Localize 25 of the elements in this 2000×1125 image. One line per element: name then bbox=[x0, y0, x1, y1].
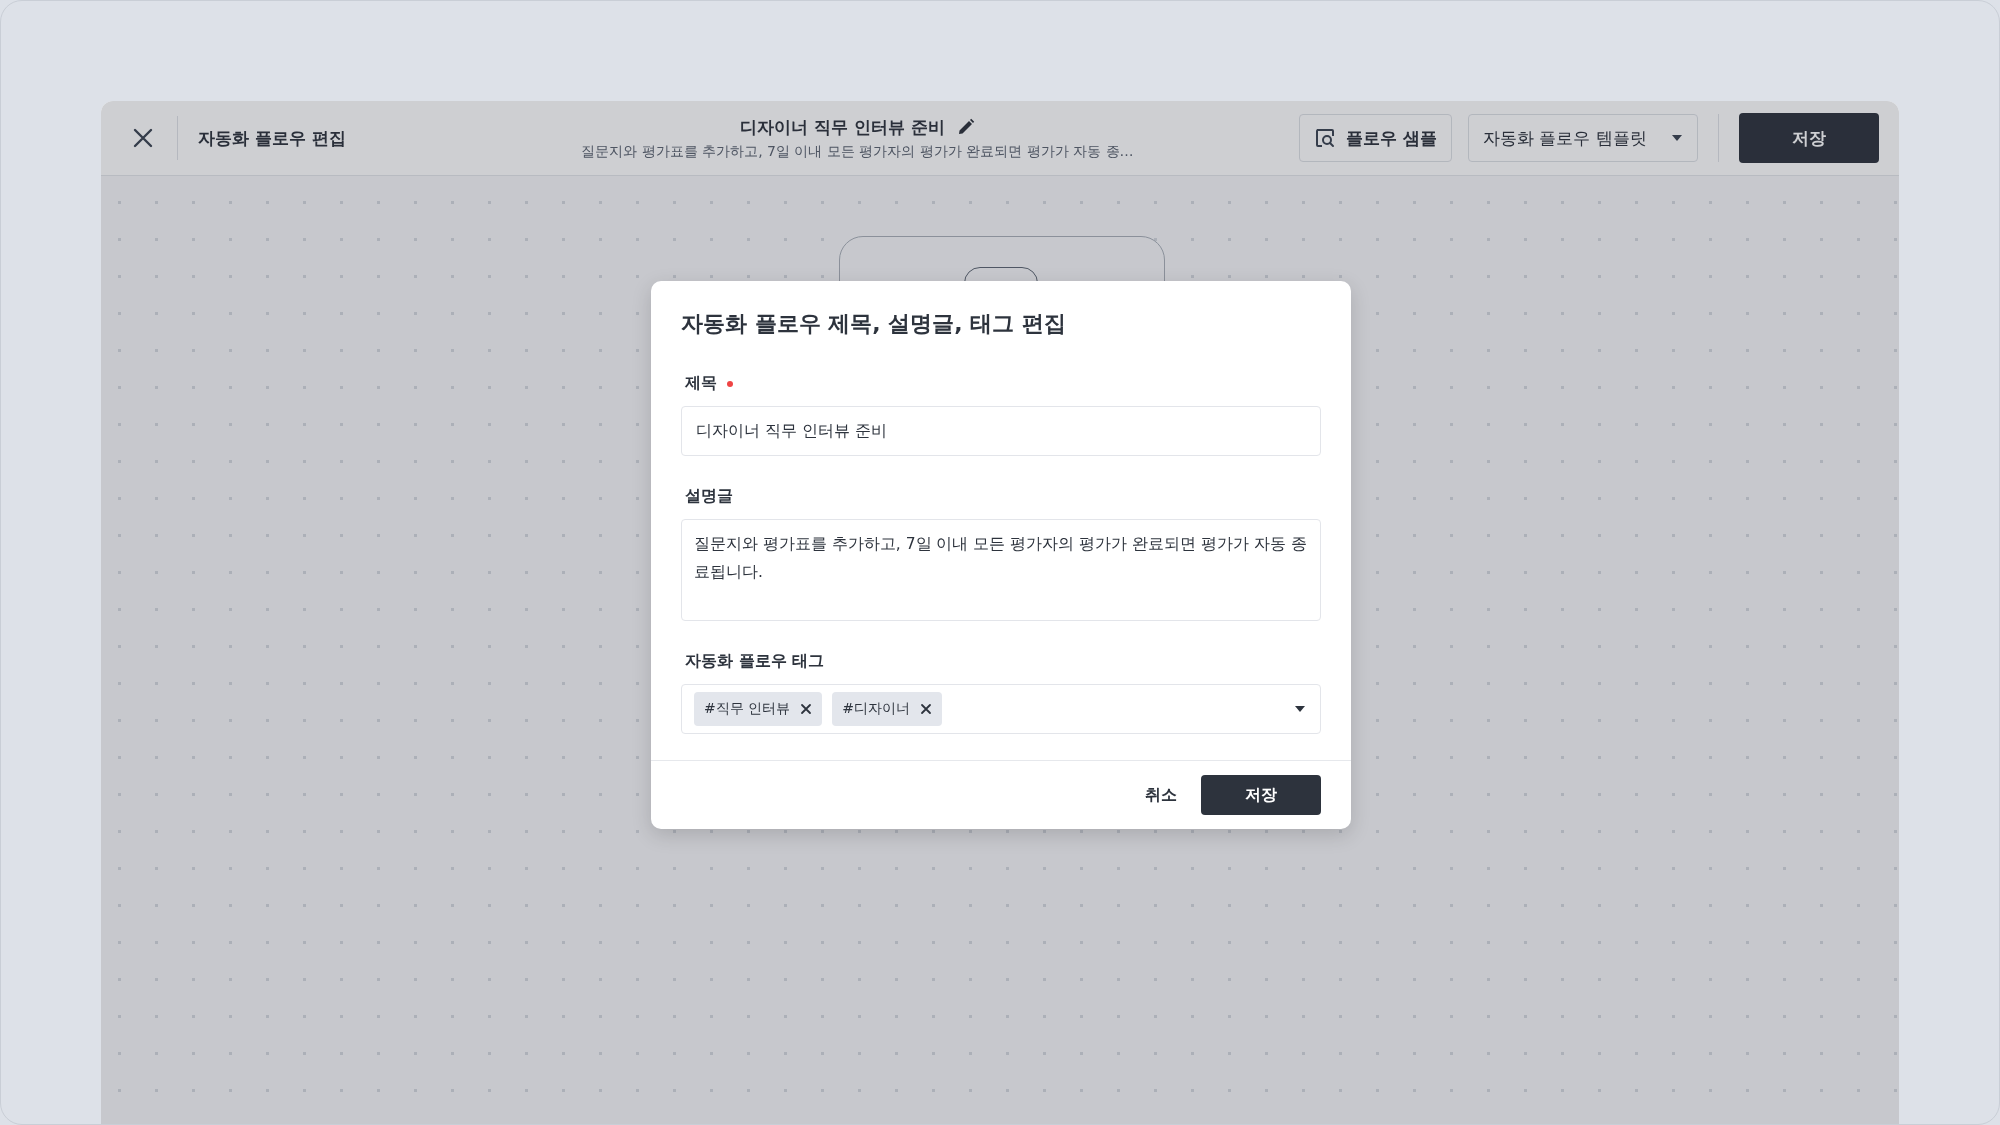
flow-sample-button[interactable]: 플로우 샘플 bbox=[1299, 114, 1452, 162]
flow-title: 디자이너 직무 인터뷰 준비 bbox=[740, 115, 945, 139]
cancel-button[interactable]: 취소 bbox=[1135, 776, 1187, 814]
description-field[interactable]: 질문지와 평가표를 추가하고, 7일 이내 모든 평가자의 평가가 완료되면 평가가 자동 종료됩니다. bbox=[681, 519, 1321, 621]
search-icon bbox=[1314, 127, 1337, 149]
caret-icon bbox=[1671, 134, 1683, 142]
template-dropdown[interactable]: 자동화 플로우 템플릿 bbox=[1468, 114, 1698, 162]
field-label: 설명글 bbox=[685, 486, 733, 507]
tag-label: #디자이너 bbox=[842, 700, 910, 718]
tag-label: #직무 인터뷰 bbox=[704, 700, 791, 718]
save-button[interactable]: 저장 bbox=[1201, 775, 1321, 815]
caret-icon[interactable] bbox=[1294, 705, 1306, 713]
field-label: 제목 bbox=[685, 373, 717, 394]
page-title: 자동화 플로우 편집 bbox=[198, 126, 346, 150]
close-icon[interactable] bbox=[919, 703, 932, 715]
field-label: 자동화 플로우 태그 bbox=[685, 651, 825, 672]
save-button[interactable]: 저장 bbox=[1739, 113, 1879, 163]
required-dot-icon bbox=[727, 380, 733, 387]
pencil-icon[interactable] bbox=[956, 118, 975, 136]
tag-field[interactable]: #직무 인터뷰 #디자이너 bbox=[681, 684, 1321, 734]
dialog-title: 자동화 플로우 제목, 설명글, 태그 편집 bbox=[681, 310, 1067, 338]
close-icon[interactable] bbox=[800, 703, 813, 715]
flow-description: 질문지와 평가표를 추가하고, 7일 이내 모든 평가자의 평가가 완료되면 평가가 자동 종… bbox=[581, 142, 1134, 161]
title-field[interactable]: 디자이너 직무 인터뷰 준비 bbox=[681, 406, 1321, 456]
close-icon[interactable] bbox=[131, 126, 155, 150]
